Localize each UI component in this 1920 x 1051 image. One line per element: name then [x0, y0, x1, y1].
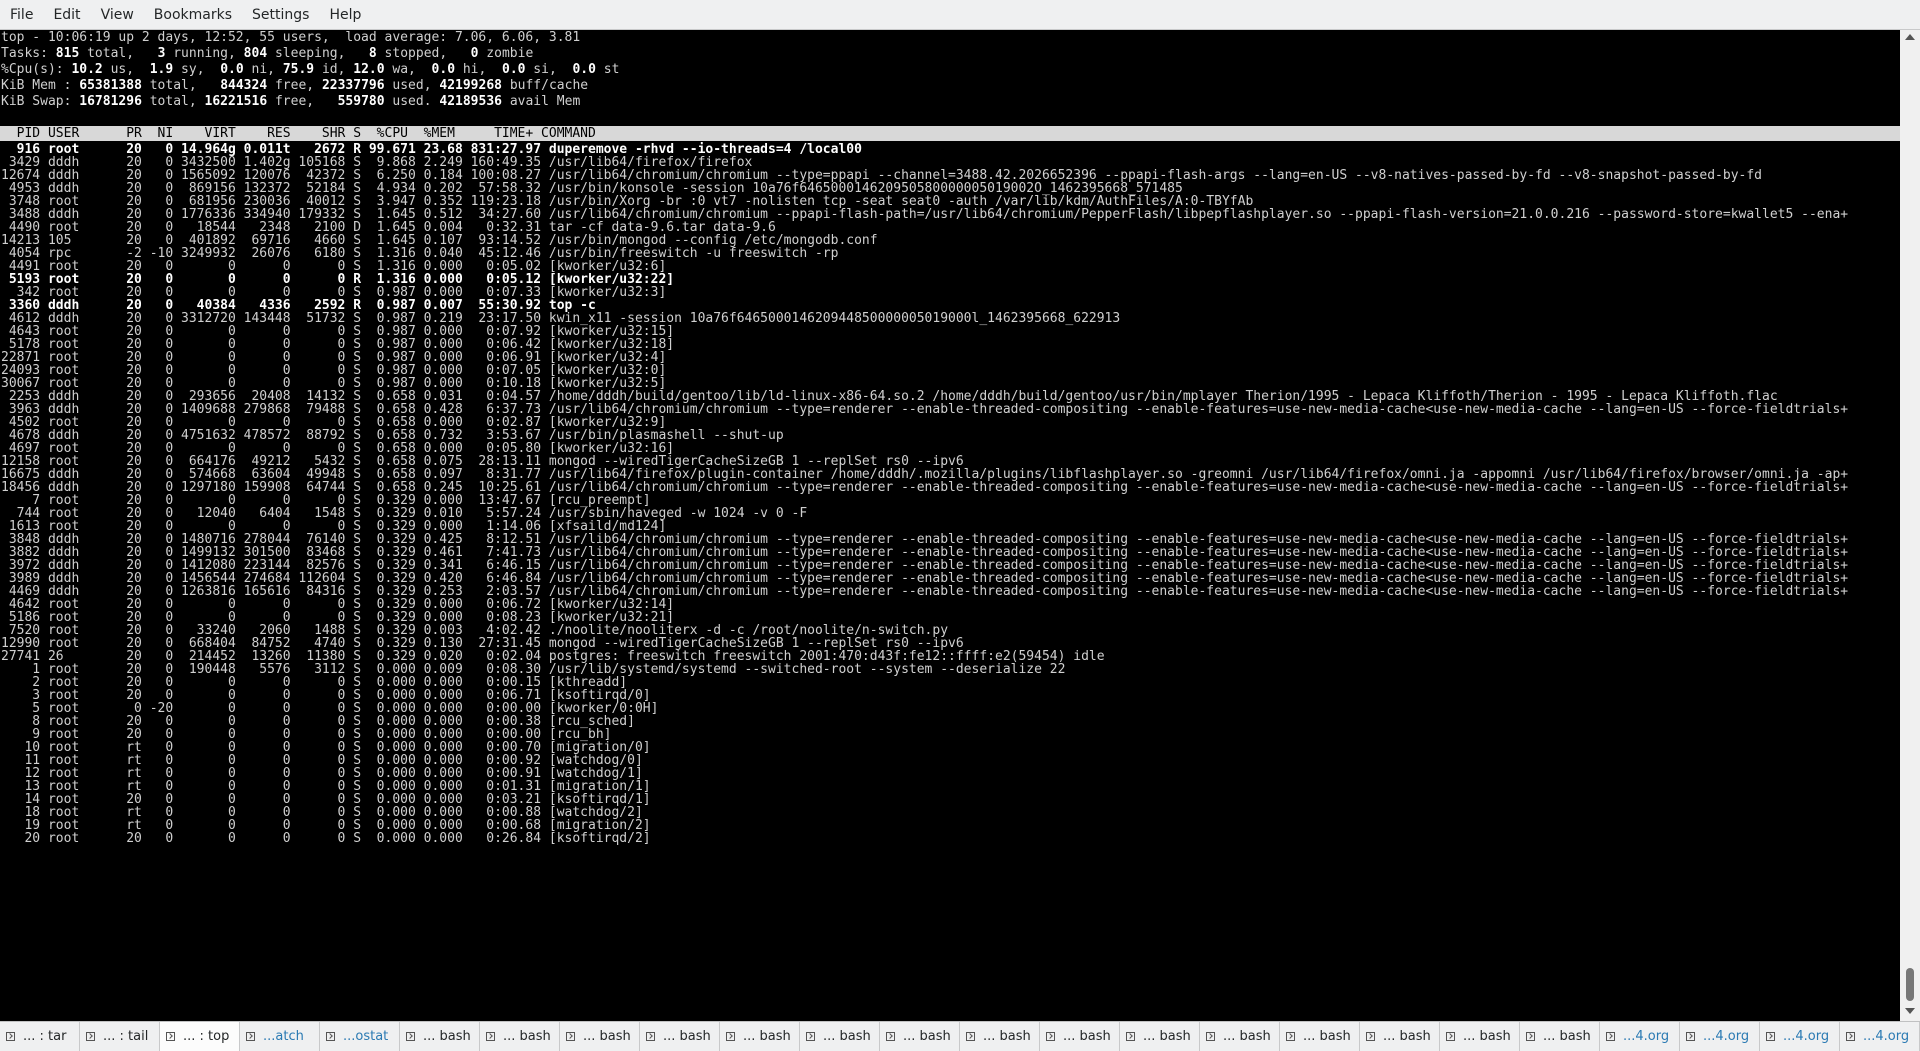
session-tab-label: ... bash: [1063, 1029, 1111, 1044]
summary-line: top - 10:06:19 up 2 days, 12:52, 55 user…: [1, 30, 581, 45]
session-tab[interactable]: ... : tar: [0, 1022, 80, 1051]
scroll-down-arrow-icon[interactable]: [1905, 1008, 1915, 1014]
terminal-prompt-icon: [966, 1032, 975, 1041]
session-tab-label: ... : top: [183, 1029, 230, 1044]
session-tab[interactable]: ... : top: [160, 1022, 240, 1051]
session-tab[interactable]: ... : tail: [80, 1022, 160, 1051]
session-tab-label: ... : tail: [103, 1029, 149, 1044]
session-tab-label: ... : tar: [23, 1029, 67, 1044]
session-tab[interactable]: ...4.org: [1680, 1022, 1760, 1051]
column-header: PID USER PR NI VIRT RES SHR S %CPU %MEM …: [0, 126, 1900, 141]
session-tab[interactable]: ... bash: [1120, 1022, 1200, 1051]
session-tab-label: ... bash: [503, 1029, 551, 1044]
session-tab[interactable]: ...ostat: [320, 1022, 400, 1051]
session-tab-label: ...4.org: [1623, 1029, 1670, 1044]
summary-line: KiB Mem : 65381388 total, 844324 free, 2…: [1, 78, 589, 93]
summary-line: KiB Swap: 16781296 total, 16221516 free,…: [1, 94, 581, 109]
session-tab-label: ... bash: [423, 1029, 471, 1044]
session-tab[interactable]: ...atch: [240, 1022, 320, 1051]
terminal-prompt-icon: [6, 1032, 15, 1041]
menu-edit[interactable]: Edit: [43, 0, 90, 30]
terminal-prompt-icon: [566, 1032, 575, 1041]
terminal-prompt-icon: [1206, 1032, 1215, 1041]
terminal-prompt-icon: [1286, 1032, 1295, 1041]
terminal-prompt-icon: [726, 1032, 735, 1041]
terminal-prompt-icon: [1366, 1032, 1375, 1041]
session-tab[interactable]: ... bash: [1520, 1022, 1600, 1051]
menu-view[interactable]: View: [91, 0, 144, 30]
session-tab-label: ... bash: [1463, 1029, 1511, 1044]
session-tab-label: ... bash: [903, 1029, 951, 1044]
terminal-prompt-icon: [1446, 1032, 1455, 1041]
terminal-prompt-icon: [806, 1032, 815, 1041]
terminal-prompt-icon: [646, 1032, 655, 1041]
terminal-prompt-icon: [326, 1032, 335, 1041]
session-tab[interactable]: ... bash: [1440, 1022, 1520, 1051]
session-tab[interactable]: ...4.org: [1760, 1022, 1840, 1051]
session-tab[interactable]: ... bash: [720, 1022, 800, 1051]
session-tab-label: ...atch: [263, 1029, 304, 1044]
session-tab-label: ... bash: [983, 1029, 1031, 1044]
session-tab[interactable]: ... bash: [880, 1022, 960, 1051]
terminal-prompt-icon: [1126, 1032, 1135, 1041]
terminal-prompt-icon: [406, 1032, 415, 1041]
session-tab-label: ... bash: [823, 1029, 871, 1044]
session-tab[interactable]: ... bash: [1360, 1022, 1440, 1051]
session-tab[interactable]: ... bash: [800, 1022, 880, 1051]
session-tab-bar: ... : tar ... : tail ... : top ...atch ...os…: [0, 1021, 1920, 1051]
summary-line: Tasks: 815 total, 3 running, 804 sleepin…: [1, 46, 534, 61]
session-tab-label: ... bash: [583, 1029, 631, 1044]
session-tab-label: ... bash: [1303, 1029, 1351, 1044]
terminal-prompt-icon: [246, 1032, 255, 1041]
session-tab-label: ... bash: [1383, 1029, 1431, 1044]
menu-settings[interactable]: Settings: [242, 0, 319, 30]
vertical-scrollbar[interactable]: [1900, 30, 1920, 1021]
terminal-prompt-icon: [886, 1032, 895, 1041]
session-tab-label: ... bash: [743, 1029, 791, 1044]
menu-bookmarks[interactable]: Bookmarks: [144, 0, 242, 30]
terminal-prompt-icon: [1526, 1032, 1535, 1041]
menu-bar: File Edit View Bookmarks Settings Help: [0, 0, 1920, 30]
session-tab[interactable]: ...4.org: [1840, 1022, 1920, 1051]
session-tab[interactable]: ... bash: [560, 1022, 640, 1051]
session-tab-label: ... bash: [663, 1029, 711, 1044]
summary-line: %Cpu(s): 10.2 us, 1.9 sy, 0.0 ni, 75.9 i…: [1, 62, 620, 77]
session-tab[interactable]: ... bash: [480, 1022, 560, 1051]
session-tab-label: ... bash: [1543, 1029, 1591, 1044]
terminal-prompt-icon: [86, 1032, 95, 1041]
session-tab[interactable]: ... bash: [1200, 1022, 1280, 1051]
session-tab-label: ... bash: [1223, 1029, 1271, 1044]
terminal-prompt-icon: [1686, 1032, 1695, 1041]
scroll-up-arrow-icon[interactable]: [1905, 34, 1915, 40]
session-tab[interactable]: ... bash: [1280, 1022, 1360, 1051]
terminal-prompt-icon: [1046, 1032, 1055, 1041]
process-row: 20 root 20 0 0 0 0 S 0.000 0.000 0:26.84…: [1, 831, 651, 846]
session-tab-label: ...4.org: [1783, 1029, 1830, 1044]
session-tab[interactable]: ... bash: [1040, 1022, 1120, 1051]
terminal-prompt-icon: [1766, 1032, 1775, 1041]
terminal-prompt-icon: [1606, 1032, 1615, 1041]
session-tab-label: ... bash: [1143, 1029, 1191, 1044]
menu-file[interactable]: File: [0, 0, 43, 30]
session-tab[interactable]: ...4.org: [1600, 1022, 1680, 1051]
session-tab[interactable]: ... bash: [400, 1022, 480, 1051]
terminal-view[interactable]: top - 10:06:19 up 2 days, 12:52, 55 user…: [0, 30, 1900, 1021]
terminal-prompt-icon: [166, 1032, 175, 1041]
session-tab[interactable]: ... bash: [640, 1022, 720, 1051]
terminal-prompt-icon: [1846, 1032, 1855, 1041]
session-tab-label: ...4.org: [1703, 1029, 1750, 1044]
column-header-text: PID USER PR NI VIRT RES SHR S %CPU %MEM …: [1, 126, 596, 141]
session-tab[interactable]: ... bash: [960, 1022, 1040, 1051]
session-tab-label: ...4.org: [1863, 1029, 1910, 1044]
menu-help[interactable]: Help: [319, 0, 371, 30]
session-tab-label: ...ostat: [343, 1029, 389, 1044]
scroll-thumb[interactable]: [1906, 968, 1914, 1001]
terminal-prompt-icon: [486, 1032, 495, 1041]
